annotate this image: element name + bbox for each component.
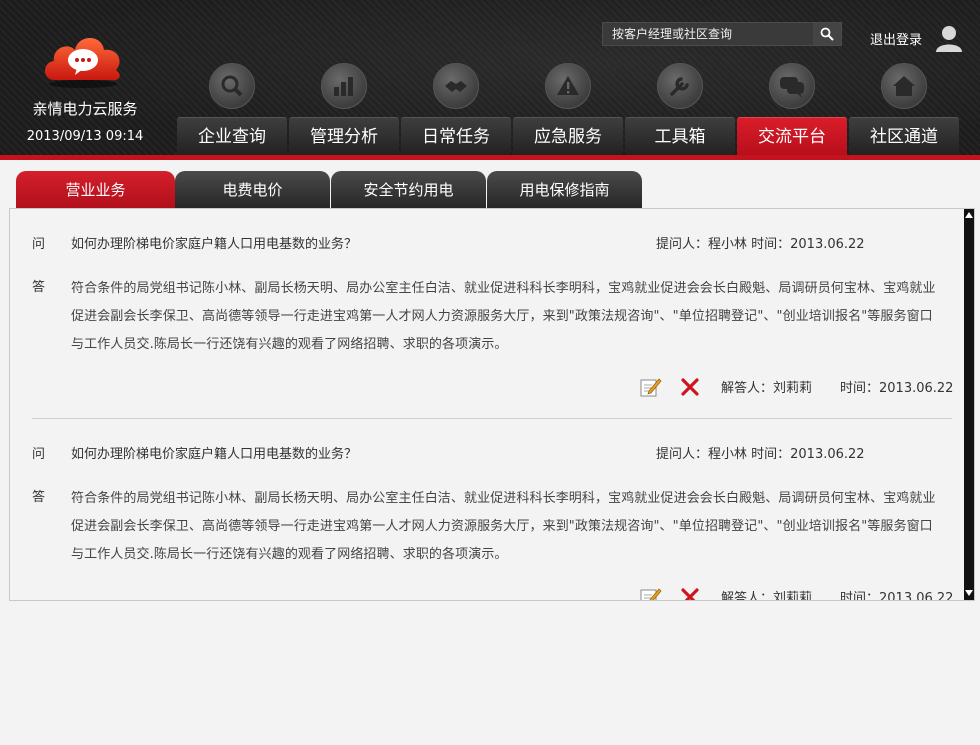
qa-list: 问 如何办理阶梯电价家庭户籍人口用电基数的业务？ 提问人：程小林 时间：2013… <box>10 209 960 600</box>
question-mark: 问 <box>32 447 46 462</box>
edit-icon[interactable] <box>640 587 662 600</box>
question-meta: 提问人：程小林 时间：2013.06.22 <box>656 447 865 462</box>
search-button[interactable] <box>813 23 841 45</box>
delete-icon[interactable] <box>680 587 700 600</box>
warning-icon[interactable] <box>545 63 591 109</box>
delete-icon[interactable] <box>680 377 700 397</box>
search-input[interactable] <box>603 23 813 45</box>
nav-item-toolbox[interactable]: 工具箱 <box>625 117 735 155</box>
answer-text: 符合条件的局党组书记陈小林、副局长杨天明、局办公室主任白洁、就业促进科科长李明科… <box>71 491 936 562</box>
nav-item-daily-tasks[interactable]: 日常任务 <box>401 117 511 155</box>
answer-text: 符合条件的局党组书记陈小林、副局长杨天明、局办公室主任白洁、就业促进科科长李明科… <box>71 281 936 352</box>
search-box <box>602 22 842 46</box>
qa-panel: 问 如何办理阶梯电价家庭户籍人口用电基数的业务？ 提问人：程小林 时间：2013… <box>9 208 975 601</box>
scroll-up-arrow-icon[interactable] <box>964 211 974 219</box>
question-mark: 问 <box>32 237 46 252</box>
question-meta: 提问人：程小林 时间：2013.06.22 <box>656 237 865 252</box>
tab-business[interactable]: 营业业务 <box>16 171 175 209</box>
chat-icon[interactable] <box>769 63 815 109</box>
answer-time: 时间：2013.06.22 <box>840 591 954 600</box>
magnifier-icon[interactable] <box>209 63 255 109</box>
search-icon <box>820 27 834 41</box>
answer-time: 时间：2013.06.22 <box>840 381 954 396</box>
answer-mark: 答 <box>32 280 46 295</box>
bar-chart-icon[interactable] <box>321 63 367 109</box>
answer-mark: 答 <box>32 490 46 505</box>
scroll-down-arrow-icon[interactable] <box>964 589 974 597</box>
logout-link[interactable]: 退出登录 <box>870 29 922 48</box>
qa-item: 问 如何办理阶梯电价家庭户籍人口用电基数的业务？ 提问人：程小林 时间：2013… <box>10 419 960 600</box>
nav-item-exchange-platform[interactable]: 交流平台 <box>737 117 847 155</box>
handshake-icon[interactable] <box>433 63 479 109</box>
header-bar: 亲情电力云服务 2013/09/13 09:14 退出登录 企业查 <box>0 0 980 157</box>
qa-item: 问 如何办理阶梯电价家庭户籍人口用电基数的业务？ 提问人：程小林 时间：2013… <box>10 209 960 419</box>
app-title: 亲情电力云服务 <box>32 100 138 118</box>
question-text: 如何办理阶梯电价家庭户籍人口用电基数的业务？ <box>71 237 358 252</box>
user-icon[interactable] <box>934 24 964 52</box>
nav-item-community-channel[interactable]: 社区通道 <box>849 117 959 155</box>
nav-item-enterprise-query[interactable]: 企业查询 <box>177 117 287 155</box>
nav-item-emergency-service[interactable]: 应急服务 <box>513 117 623 155</box>
home-icon[interactable] <box>881 63 927 109</box>
current-datetime: 2013/09/13 09:14 <box>26 129 144 144</box>
question-text: 如何办理阶梯电价家庭户籍人口用电基数的业务？ <box>71 447 358 462</box>
vertical-scrollbar[interactable] <box>964 209 974 600</box>
nav-item-management-analysis[interactable]: 管理分析 <box>289 117 399 155</box>
wrench-icon[interactable] <box>657 63 703 109</box>
tab-repair-guide[interactable]: 用电保修指南 <box>487 171 642 209</box>
edit-icon[interactable] <box>640 377 662 397</box>
cloud-chat-logo-icon <box>45 38 120 88</box>
answerer-name: 解答人：刘莉莉 <box>721 381 813 396</box>
tab-safe-saving[interactable]: 安全节约用电 <box>331 171 486 209</box>
tab-electricity-price[interactable]: 电费电价 <box>175 171 330 209</box>
header-accent-bar <box>0 155 980 160</box>
answerer-name: 解答人：刘莉莉 <box>721 591 813 600</box>
